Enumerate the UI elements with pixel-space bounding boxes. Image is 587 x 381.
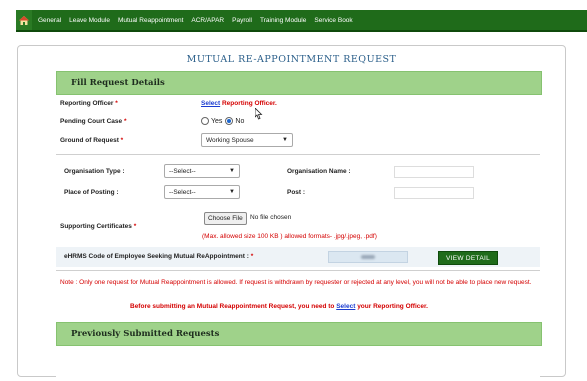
divider xyxy=(56,154,540,155)
nav-acr-apar[interactable]: ACR/APAR xyxy=(191,17,224,24)
top-nav-bar: General Leave Module Mutual Reappointmen… xyxy=(16,10,587,32)
pending-case-radio-group: Yes No xyxy=(201,117,244,125)
before-select-link[interactable]: Select xyxy=(336,303,355,310)
nav-service-book[interactable]: Service Book xyxy=(314,17,352,24)
chevron-down-icon: ▼ xyxy=(229,168,235,174)
ground-of-request-value: Working Spouse xyxy=(206,136,254,144)
nav-leave-module[interactable]: Leave Module xyxy=(69,17,110,24)
organisation-type-select[interactable]: --Select-- ▼ xyxy=(164,164,240,178)
nav-payroll[interactable]: Payroll xyxy=(232,17,252,24)
organisation-type-label: Organisation Type : xyxy=(64,168,125,175)
choose-file-button[interactable]: Choose File xyxy=(204,212,247,225)
page-title: MUTUAL RE-APPOINTMENT REQUEST xyxy=(186,54,397,65)
select-reporting-officer: Select Reporting Officer. xyxy=(201,100,277,107)
pending-case-yes-radio[interactable] xyxy=(201,117,209,125)
fill-request-title: Fill Request Details xyxy=(71,78,165,88)
place-of-posting-select[interactable]: --Select-- ▼ xyxy=(164,185,240,199)
request-panel: MUTUAL RE-APPOINTMENT REQUEST Fill Reque… xyxy=(17,45,566,381)
place-of-posting-value: --Select-- xyxy=(169,188,196,196)
file-format-hint: (Max. allowed size 100 KB ) allowed form… xyxy=(202,233,377,240)
ground-of-request-label: Ground of Request * xyxy=(60,137,124,144)
divider xyxy=(56,270,540,271)
note-text: Note : Only one request for Mutual Reapp… xyxy=(60,279,532,286)
redacted-value xyxy=(361,255,375,259)
chevron-down-icon: ▼ xyxy=(229,189,235,195)
ground-of-request-select[interactable]: Working Spouse ▼ xyxy=(201,133,293,147)
form-container: Fill Request Details Reporting Officer *… xyxy=(56,71,542,381)
home-button[interactable] xyxy=(16,10,32,30)
organisation-name-label: Organisation Name : xyxy=(287,168,351,175)
place-of-posting-label: Place of Posting : xyxy=(64,189,119,196)
before-submitting-message: Before submitting an Mutual Reappointmen… xyxy=(130,303,428,310)
pending-case-no-radio[interactable] xyxy=(225,117,234,125)
mouse-cursor-icon xyxy=(255,108,263,120)
reporting-officer-label: Reporting Officer * xyxy=(60,100,118,107)
organisation-name-input[interactable] xyxy=(394,166,474,178)
nav-training-module[interactable]: Training Module xyxy=(260,17,306,24)
nav-general[interactable]: General xyxy=(38,17,61,24)
post-input[interactable] xyxy=(394,187,474,199)
post-label: Post : xyxy=(287,189,306,196)
pending-court-case-label: Pending Court Case * xyxy=(60,118,127,125)
supporting-certificates-label: Supporting Certificates * xyxy=(60,223,137,230)
chevron-down-icon: ▼ xyxy=(282,137,288,143)
previous-requests-header: Previously Submitted Requests xyxy=(56,322,542,346)
home-icon xyxy=(19,15,29,25)
no-file-chosen-text: No file chosen xyxy=(250,214,292,221)
ehrms-code-label: eHRMS Code of Employee Seeking Mutual Re… xyxy=(64,253,254,260)
reporting-officer-link-text[interactable]: Reporting Officer. xyxy=(222,100,277,107)
no-label: No xyxy=(235,117,245,125)
fill-request-header: Fill Request Details xyxy=(56,71,542,95)
select-reporting-officer-link[interactable]: Select xyxy=(201,100,220,107)
nav-mutual-reappointment[interactable]: Mutual Reappointment xyxy=(118,17,183,24)
ehrms-code-input[interactable] xyxy=(328,251,408,263)
previous-requests-title: Previously Submitted Requests xyxy=(71,329,220,339)
organisation-type-value: --Select-- xyxy=(169,167,196,175)
yes-label: Yes xyxy=(211,117,223,125)
view-detail-button[interactable]: VIEW DETAIL xyxy=(438,251,498,265)
